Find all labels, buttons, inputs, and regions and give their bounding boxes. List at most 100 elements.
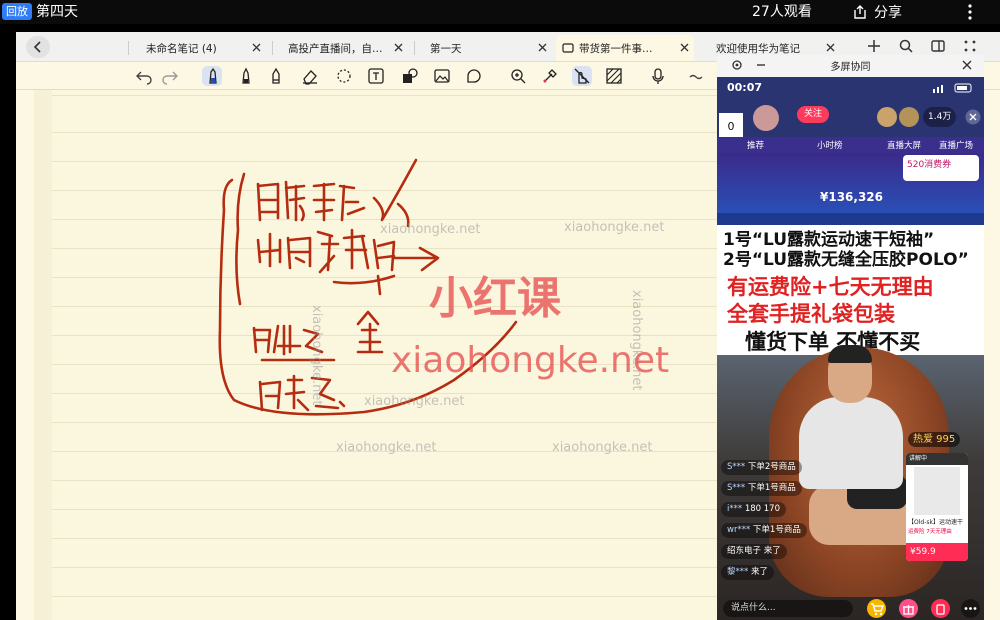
- redo-icon[interactable]: [160, 66, 180, 86]
- share-button[interactable]: 分享: [852, 1, 902, 23]
- chat-user: S***: [727, 462, 746, 472]
- chat-message: 绍东电子 来了: [721, 544, 787, 559]
- viewer-count-pill: 1.4万: [923, 107, 957, 127]
- more-horizontal-icon: [964, 607, 977, 610]
- close-icon[interactable]: [679, 42, 690, 53]
- sign-line: 2号“LU露款无缝全压胶POLO”: [723, 250, 969, 270]
- viewer-avatar[interactable]: [877, 107, 897, 127]
- tab-untitled-note[interactable]: 未命名笔记 (4): [140, 35, 266, 61]
- text-icon[interactable]: [366, 66, 386, 86]
- tab-separator: [272, 41, 273, 55]
- search-icon[interactable]: [898, 38, 914, 54]
- product-label: 讲解中: [906, 453, 968, 465]
- chat-user: S***: [727, 483, 746, 493]
- chat-text: 下单1号商品: [752, 525, 801, 535]
- back-button[interactable]: [26, 36, 50, 58]
- streamer-avatar[interactable]: [753, 105, 779, 131]
- nav-item[interactable]: 推荐: [747, 139, 764, 151]
- tab-label: 未命名笔记 (4): [146, 42, 217, 55]
- brand-watermark: 小红课: [429, 273, 561, 324]
- tab-label: 欢迎使用华为笔记: [716, 42, 800, 55]
- product-card[interactable]: 讲解中 【Old-sk】运动速干 运费险 7天无理由 ¥59.9: [906, 453, 968, 561]
- color-picker-icon[interactable]: [540, 66, 560, 86]
- note-tab-icon: [562, 43, 574, 53]
- share-live-button[interactable]: [931, 599, 950, 618]
- undo-icon[interactable]: [134, 66, 154, 86]
- more-icon[interactable]: [686, 66, 706, 86]
- gift-button[interactable]: [899, 599, 918, 618]
- close-icon[interactable]: [961, 59, 973, 71]
- watermark-url-vertical: xiaohongke.net: [309, 305, 324, 406]
- chat-message: 黎*** 来了: [721, 565, 774, 580]
- sign-line: 全套手提礼袋包装: [727, 302, 895, 326]
- more-button[interactable]: [961, 599, 980, 618]
- tab-live-room[interactable]: 高投产直播间，自…: [282, 35, 408, 61]
- chat-message: wr*** 下单1号商品: [721, 523, 807, 538]
- multi-screen-window[interactable]: 多屏协同 00:07 1.4万 关注 0 推荐 小时榜 直播大屏 直播广场 52…: [717, 55, 984, 620]
- share-label: 分享: [874, 5, 902, 21]
- cart-icon: [871, 603, 885, 616]
- nav-item[interactable]: 小时榜: [817, 139, 843, 151]
- sticker-icon[interactable]: [464, 66, 484, 86]
- pen-icon[interactable]: [202, 66, 222, 86]
- brand-url-watermark: xiaohongke.net: [391, 340, 670, 381]
- chat-user: wr***: [727, 525, 751, 535]
- comment-input[interactable]: 说点什么...: [723, 600, 853, 617]
- chat-user: i***: [727, 504, 743, 514]
- close-icon[interactable]: [251, 42, 262, 53]
- chat-text: 180 170: [744, 504, 780, 514]
- gift-icon: [903, 605, 914, 615]
- zoom-icon[interactable]: [508, 66, 528, 86]
- coupon-badge[interactable]: 520消费券: [903, 155, 979, 181]
- follow-button[interactable]: 关注: [797, 106, 829, 123]
- close-icon[interactable]: [393, 42, 404, 53]
- tab-selling-first[interactable]: 带货第一件事…: [556, 35, 694, 61]
- touch-pen-icon[interactable]: [572, 66, 592, 86]
- lasso-icon[interactable]: [334, 66, 354, 86]
- replay-badge: 回放: [2, 3, 32, 20]
- close-icon[interactable]: [965, 109, 981, 125]
- shapes-icon[interactable]: [400, 66, 420, 86]
- share-icon: [854, 5, 866, 19]
- tab-day-one[interactable]: 第一天: [424, 35, 552, 61]
- phone-status-bar: 00:07: [717, 77, 984, 99]
- product-name: 【Old-sk】运动速干: [908, 519, 963, 526]
- image-icon[interactable]: [432, 66, 452, 86]
- product-tag: 运费险 7天无理由: [908, 529, 952, 535]
- nav-item[interactable]: 直播广场: [939, 139, 973, 151]
- bag-icon: [936, 604, 945, 615]
- close-icon[interactable]: [825, 42, 836, 53]
- chat-list: S*** 下单2号商品 S*** 下单1号商品 i*** 180 170 wr*…: [721, 450, 901, 585]
- nav-item[interactable]: 直播大屏: [887, 139, 921, 151]
- viewer-avatar[interactable]: [899, 107, 919, 127]
- heat-badge: 热爱 995: [908, 432, 961, 447]
- marker-icon[interactable]: [236, 66, 256, 86]
- sign-line: 有运费险+七天无理由: [727, 275, 934, 299]
- chat-message: S*** 下单1号商品: [721, 481, 802, 496]
- chat-user: 黎***: [727, 567, 749, 577]
- product-image: [914, 467, 960, 515]
- highlighter-icon[interactable]: [266, 66, 286, 86]
- cart-button[interactable]: [867, 599, 886, 618]
- note-canvas[interactable]: xiaohongke.net xiaohongke.net xiaohongke…: [34, 90, 734, 620]
- watermark-url: xiaohongke.net: [564, 220, 665, 235]
- phone-clock: 00:07: [727, 81, 763, 94]
- close-icon[interactable]: [537, 42, 548, 53]
- watermark-url: xiaohongke.net: [552, 440, 653, 455]
- eraser-icon[interactable]: [300, 66, 320, 86]
- chat-message: i*** 180 170: [721, 502, 786, 517]
- split-view-icon[interactable]: [930, 38, 946, 54]
- grid-icon[interactable]: [962, 38, 978, 54]
- host-figure: [828, 345, 872, 363]
- info-strip: [717, 213, 984, 225]
- live-bottom-bar: 说点什么...: [717, 596, 984, 620]
- chat-text: 来了: [750, 567, 768, 577]
- viewer-count: 27人观看: [752, 4, 812, 20]
- add-tab-icon[interactable]: [866, 38, 882, 54]
- popup-header: 多屏协同: [717, 55, 984, 77]
- popup-title: 多屏协同: [830, 62, 871, 73]
- mic-icon[interactable]: [648, 66, 668, 86]
- texture-icon[interactable]: [604, 66, 624, 86]
- live-nav-bar: 推荐 小时榜 直播大屏 直播广场: [717, 137, 984, 153]
- more-vertical-icon[interactable]: [960, 2, 980, 22]
